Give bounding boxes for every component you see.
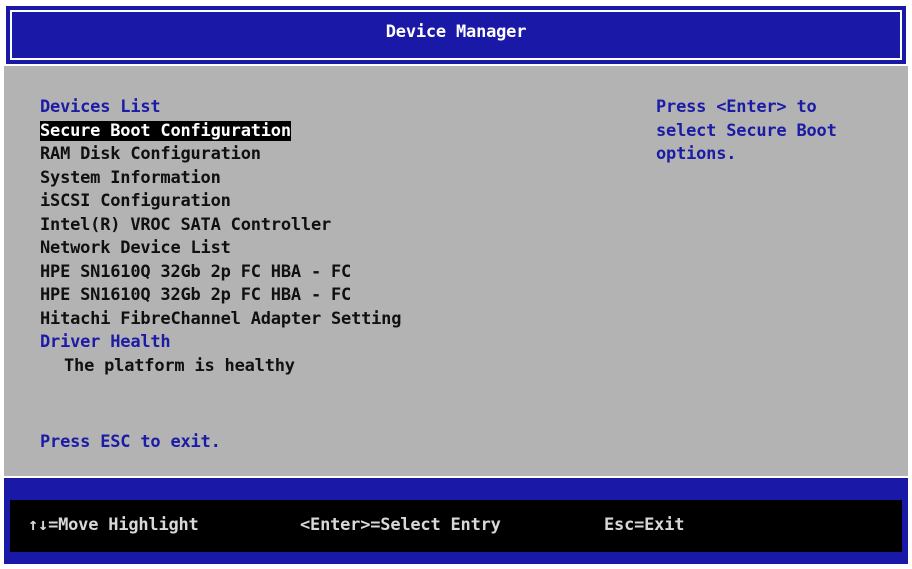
menu-item-secure-boot[interactable]: Secure Boot Configuration (40, 120, 600, 144)
key-hint-move: ↑↓=Move Highlight (28, 515, 199, 535)
menu-item-ram-disk[interactable]: RAM Disk Configuration (40, 143, 600, 167)
page-title: Device Manager (385, 22, 527, 42)
menu-item-network-device-list[interactable]: Network Device List (40, 237, 600, 261)
exit-hint: Press ESC to exit. (40, 432, 221, 452)
device-menu: Devices List Secure Boot Configuration R… (40, 96, 600, 378)
key-hint-select: <Enter>=Select Entry (300, 515, 501, 535)
menu-item-iscsi[interactable]: iSCSI Configuration (40, 190, 600, 214)
footer-bar: ↑↓=Move Highlight <Enter>=Select Entry E… (4, 476, 908, 564)
menu-item-hitachi-fc[interactable]: Hitachi FibreChannel Adapter Setting (40, 308, 600, 332)
menu-item-intel-vroc[interactable]: Intel(R) VROC SATA Controller (40, 214, 600, 238)
bios-screen: Device Manager Devices List Secure Boot … (4, 4, 908, 564)
menu-item-system-information[interactable]: System Information (40, 167, 600, 191)
main-panel: Devices List Secure Boot Configuration R… (4, 66, 908, 476)
driver-health-status: The platform is healthy (64, 355, 295, 376)
help-text: Press <Enter> to select Secure Boot opti… (656, 97, 837, 164)
driver-health-header[interactable]: Driver Health (40, 331, 600, 355)
devices-list-header: Devices List (40, 97, 161, 117)
key-hint-bar: ↑↓=Move Highlight <Enter>=Select Entry E… (10, 500, 902, 552)
key-hint-exit: Esc=Exit (604, 515, 685, 535)
title-bar: Device Manager (4, 4, 908, 66)
menu-item-hpe-hba-1[interactable]: HPE SN1610Q 32Gb 2p FC HBA - FC (40, 261, 600, 285)
menu-item-hpe-hba-2[interactable]: HPE SN1610Q 32Gb 2p FC HBA - FC (40, 284, 600, 308)
